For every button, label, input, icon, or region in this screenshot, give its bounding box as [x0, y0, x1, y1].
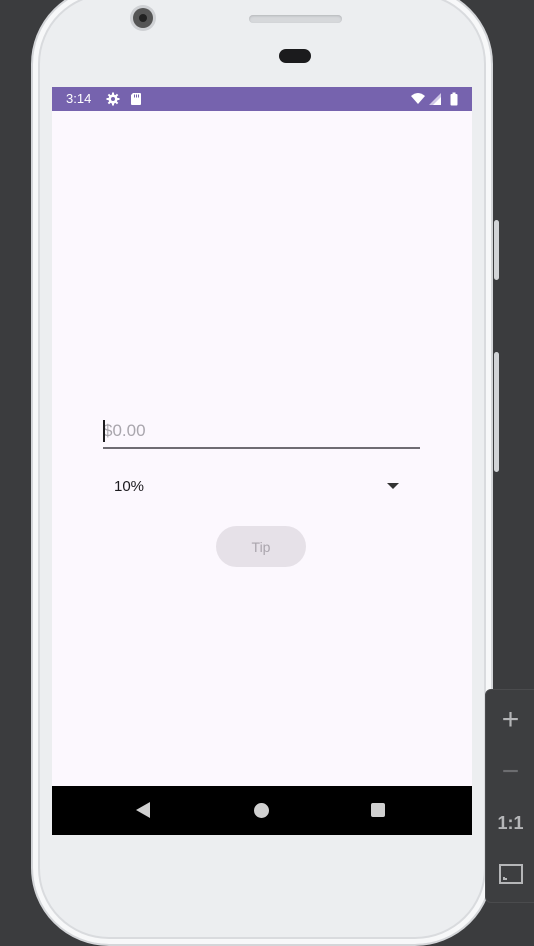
recents-icon[interactable]	[371, 803, 385, 817]
dropdown-arrow-icon	[387, 483, 399, 489]
zoom-out-button[interactable]: −	[486, 752, 534, 792]
back-icon[interactable]	[136, 802, 150, 818]
wifi-icon	[411, 93, 425, 104]
battery-icon	[450, 92, 458, 106]
volume-button[interactable]	[494, 352, 499, 472]
actual-size-button[interactable]: 1:1	[486, 808, 534, 838]
sd-card-icon	[131, 93, 141, 105]
tip-percentage-dropdown[interactable]: 10%	[103, 470, 403, 502]
earpiece-speaker	[249, 15, 342, 23]
status-time: 3:14	[66, 91, 92, 106]
power-button[interactable]	[494, 220, 499, 280]
signal-icon	[429, 93, 441, 105]
fit-screen-icon[interactable]	[499, 864, 523, 884]
bill-amount-input[interactable]	[103, 413, 420, 449]
tip-button[interactable]: Tip	[216, 526, 306, 567]
proximity-sensor	[279, 49, 311, 63]
emulator-zoom-panel: + − 1:1	[485, 689, 534, 903]
device-screen: 3:14 10% Tip	[52, 87, 472, 835]
zoom-in-button[interactable]: +	[486, 700, 534, 740]
front-camera	[133, 8, 153, 28]
tip-percentage-value: 10%	[114, 478, 145, 495]
navigation-bar	[52, 786, 472, 835]
status-bar: 3:14	[52, 87, 472, 111]
gear-icon	[106, 92, 120, 106]
home-icon[interactable]	[254, 803, 269, 818]
text-cursor	[103, 420, 105, 442]
